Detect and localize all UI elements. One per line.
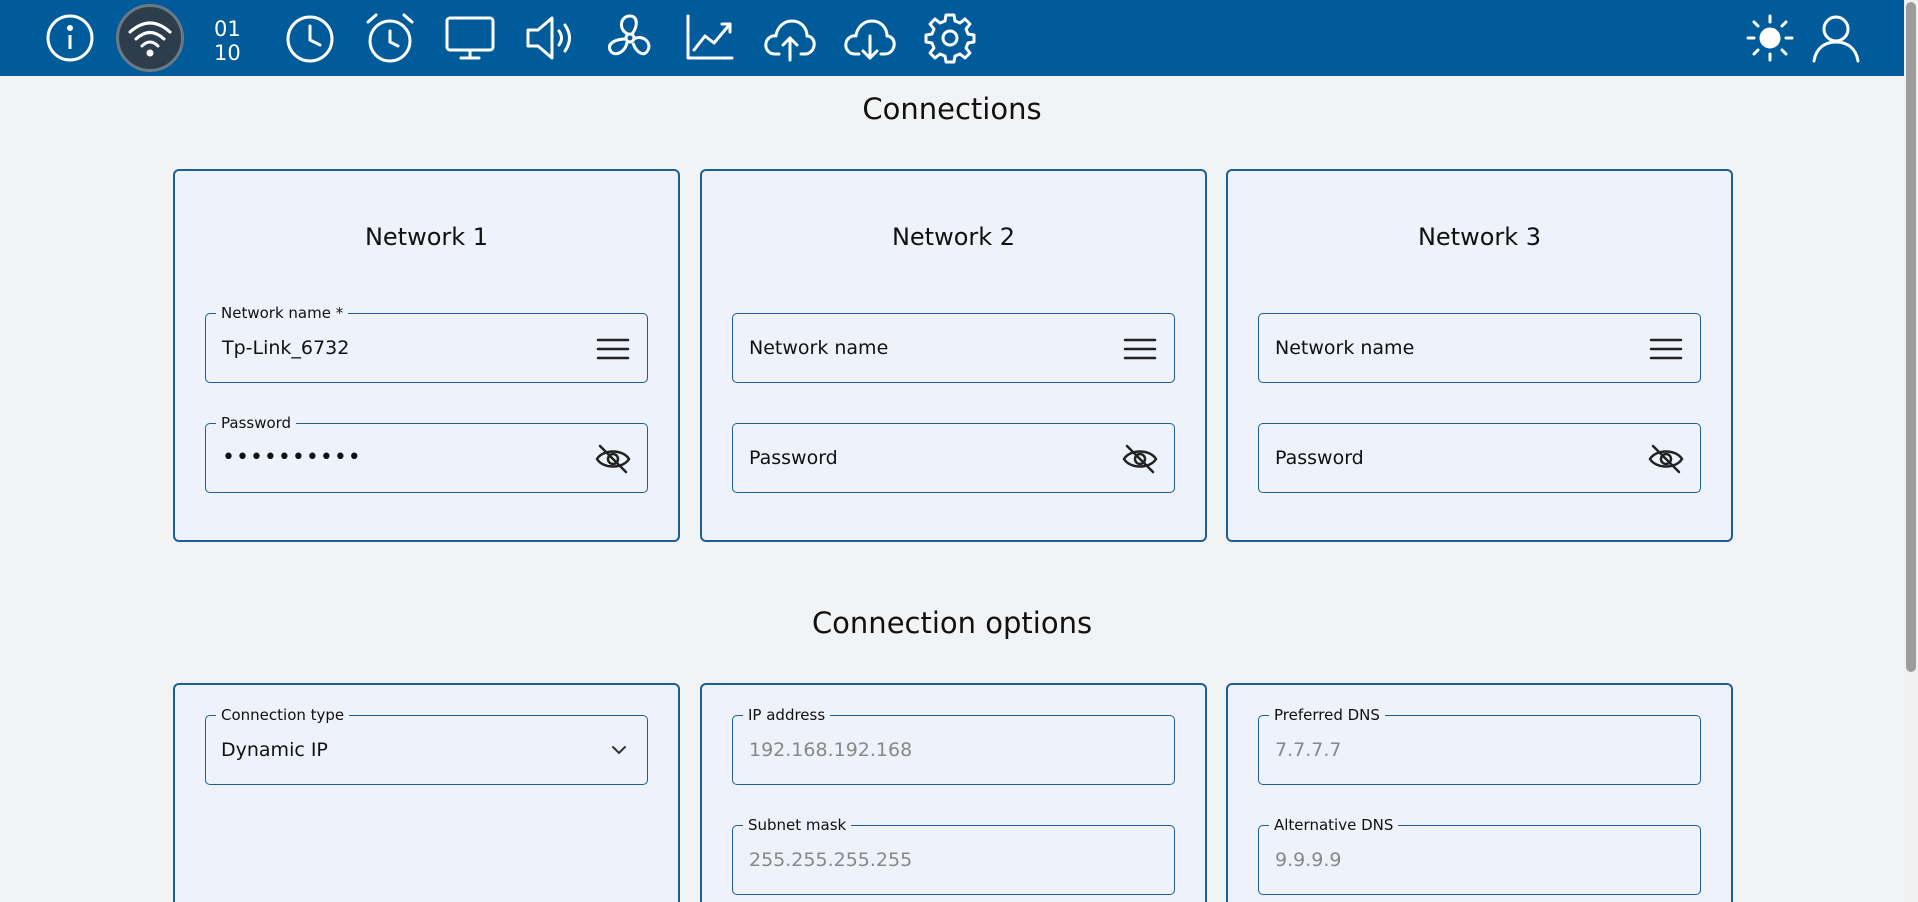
network-1-name-value[interactable]: Tp-Link_6732 <box>222 314 349 382</box>
network-3-title: Network 3 <box>1417 223 1542 251</box>
eye-off-icon[interactable] <box>1122 441 1158 477</box>
network-1-card: Network 1 Network name * Tp-Link_6732 Pa… <box>173 169 680 542</box>
binary-top-text: 01 <box>214 17 241 41</box>
connection-type-select[interactable]: Connection type Dynamic IP <box>205 705 648 785</box>
dns-settings-card: Preferred DNS 7.7.7.7 Alternative DNS 9.… <box>1226 683 1733 902</box>
cloud-upload-icon[interactable] <box>756 4 824 72</box>
alarm-icon[interactable] <box>356 4 424 72</box>
network-3-password-placeholder[interactable]: Password <box>1275 424 1364 492</box>
subnet-mask-placeholder[interactable]: 255.255.255.255 <box>749 826 912 894</box>
ip-settings-card: IP address 192.168.192.168 Subnet mask 2… <box>700 683 1207 902</box>
connection-type-value[interactable]: Dynamic IP <box>221 716 328 784</box>
cloud-download-icon[interactable] <box>836 4 904 72</box>
network-2-name-placeholder[interactable]: Network name <box>749 314 888 382</box>
scrollbar-thumb[interactable] <box>1906 2 1916 672</box>
connection-type-card: Connection type Dynamic IP <box>173 683 680 902</box>
chart-icon[interactable] <box>676 4 744 72</box>
network-3-name-field[interactable]: Network name <box>1258 313 1701 383</box>
wifi-icon[interactable] <box>116 4 184 72</box>
ip-address-placeholder[interactable]: 192.168.192.168 <box>749 716 912 784</box>
subnet-mask-field[interactable]: Subnet mask 255.255.255.255 <box>732 815 1175 895</box>
network-1-password-field[interactable]: Password •••••••••• <box>205 413 648 493</box>
eye-off-icon[interactable] <box>595 441 631 477</box>
binary-icon[interactable]: 01 10 <box>196 4 264 72</box>
network-2-title: Network 2 <box>891 223 1016 251</box>
preferred-dns-placeholder[interactable]: 7.7.7.7 <box>1275 716 1341 784</box>
eye-off-icon[interactable] <box>1648 441 1684 477</box>
menu-icon[interactable] <box>595 331 631 367</box>
network-2-name-field[interactable]: Network name <box>732 313 1175 383</box>
network-1-password-value[interactable]: •••••••••• <box>222 424 362 492</box>
fan-icon[interactable] <box>596 4 664 72</box>
network-2-card: Network 2 Network name Password <box>700 169 1207 542</box>
network-2-password-placeholder[interactable]: Password <box>749 424 838 492</box>
user-icon[interactable] <box>1802 4 1870 72</box>
network-3-name-placeholder[interactable]: Network name <box>1275 314 1414 382</box>
preferred-dns-field[interactable]: Preferred DNS 7.7.7.7 <box>1258 705 1701 785</box>
network-1-title: Network 1 <box>364 223 489 251</box>
connections-title: Connections <box>862 92 1042 126</box>
binary-bottom-text: 10 <box>214 41 241 64</box>
top-navigation-bar: 01 10 <box>0 0 1904 76</box>
vertical-scrollbar[interactable] <box>1904 0 1918 902</box>
chevron-down-icon[interactable] <box>607 738 631 762</box>
menu-icon[interactable] <box>1648 331 1684 367</box>
ip-address-field[interactable]: IP address 192.168.192.168 <box>732 705 1175 785</box>
info-icon[interactable] <box>36 4 104 72</box>
connection-options-title: Connection options <box>811 606 1093 640</box>
network-3-password-field[interactable]: Password <box>1258 423 1701 493</box>
display-icon[interactable] <box>436 4 504 72</box>
speaker-icon[interactable] <box>516 4 584 72</box>
alternative-dns-placeholder[interactable]: 9.9.9.9 <box>1275 826 1341 894</box>
gear-icon[interactable] <box>916 4 984 72</box>
clock-icon[interactable] <box>276 4 344 72</box>
brightness-icon[interactable] <box>1736 4 1804 72</box>
menu-icon[interactable] <box>1122 331 1158 367</box>
network-3-card: Network 3 Network name Password <box>1226 169 1733 542</box>
network-1-name-field[interactable]: Network name * Tp-Link_6732 <box>205 303 648 383</box>
alternative-dns-field[interactable]: Alternative DNS 9.9.9.9 <box>1258 815 1701 895</box>
network-2-password-field[interactable]: Password <box>732 423 1175 493</box>
